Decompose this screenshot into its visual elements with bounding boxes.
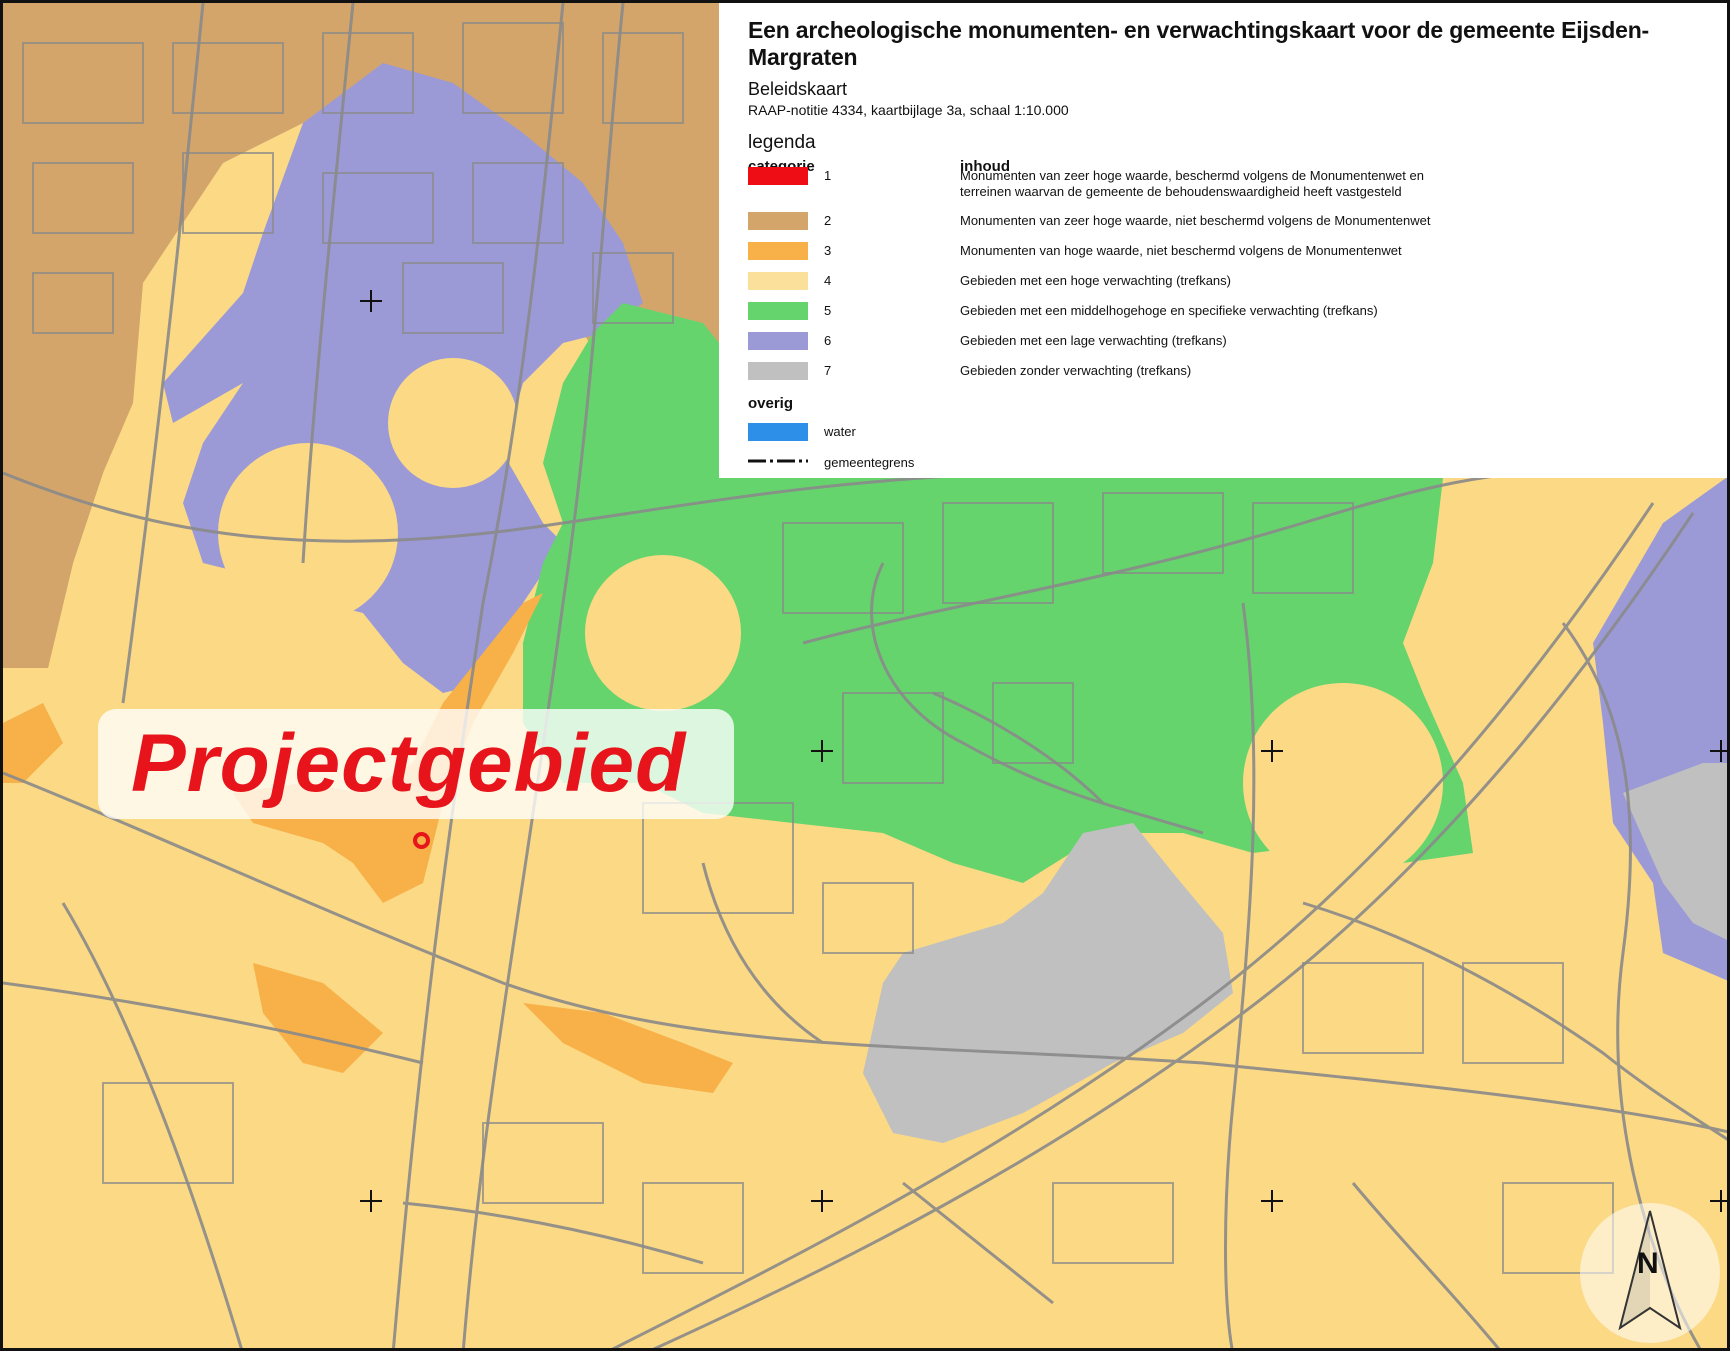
grid-cross [1261,740,1283,762]
category-description-line2: terreinen waarvan de gemeente de behoude… [960,184,1402,199]
legend-heading: legenda [748,132,816,153]
legend-subtitle: Beleidskaart [748,79,848,99]
category-description: Gebieden met een middelhogehoge en speci… [960,303,1378,318]
swatch-category-6 [748,332,808,350]
project-label: Projectgebied [131,718,687,809]
category-number: 3 [824,243,832,258]
swatch-category-7 [748,362,808,380]
category-description: Monumenten van zeer hoge waarde, niet be… [960,213,1431,228]
zone-high-circle [388,358,518,488]
grid-cross [811,740,833,762]
category-description: Gebieden met een hoge verwachting (trefk… [960,273,1231,288]
category-number: 1 [824,168,832,183]
category-description: Gebieden met een lage verwachting (trefk… [960,333,1227,348]
grid-cross [1710,740,1727,762]
grid-cross [811,1190,833,1212]
water-label: water [824,424,856,439]
boundary-label: gemeentegrens [824,455,915,470]
category-description: Monumenten van zeer hoge waarde, bescher… [960,168,1424,183]
category-number: 4 [824,273,832,288]
zone-high-circle [1243,683,1443,883]
category-description: Monumenten van hoge waarde, niet bescher… [960,243,1402,258]
legend-title: Een archeologische monumenten- en verwac… [748,17,1650,70]
legend-other-heading: overig [748,395,794,412]
grid-cross [1261,1190,1283,1212]
legend-note: RAAP-notitie 4334, kaartbijlage 3a, scha… [748,102,1069,118]
swatch-category-3 [748,242,808,260]
swatch-category-4 [748,272,808,290]
boundary-line-icon [748,459,808,463]
zone-high-circle [218,443,398,623]
category-number: 6 [824,333,832,348]
swatch-category-2 [748,212,808,230]
grid-cross [360,290,382,312]
category-number: 7 [824,363,832,378]
north-label: N [1637,1247,1659,1280]
swatch-category-1 [748,167,808,185]
category-number: 5 [824,303,832,318]
swatch-category-5 [748,302,808,320]
swatch-water [748,423,808,441]
zone-high-circle [585,555,741,711]
category-description: Gebieden zonder verwachting (trefkans) [960,363,1192,378]
category-number: 2 [824,213,832,228]
legend-panel: Een archeologische monumenten- en verwac… [719,3,1727,478]
grid-cross [360,1190,382,1212]
map-frame: Projectgebied N Een archeologische monum… [0,0,1730,1351]
project-location-marker[interactable] [413,832,430,849]
